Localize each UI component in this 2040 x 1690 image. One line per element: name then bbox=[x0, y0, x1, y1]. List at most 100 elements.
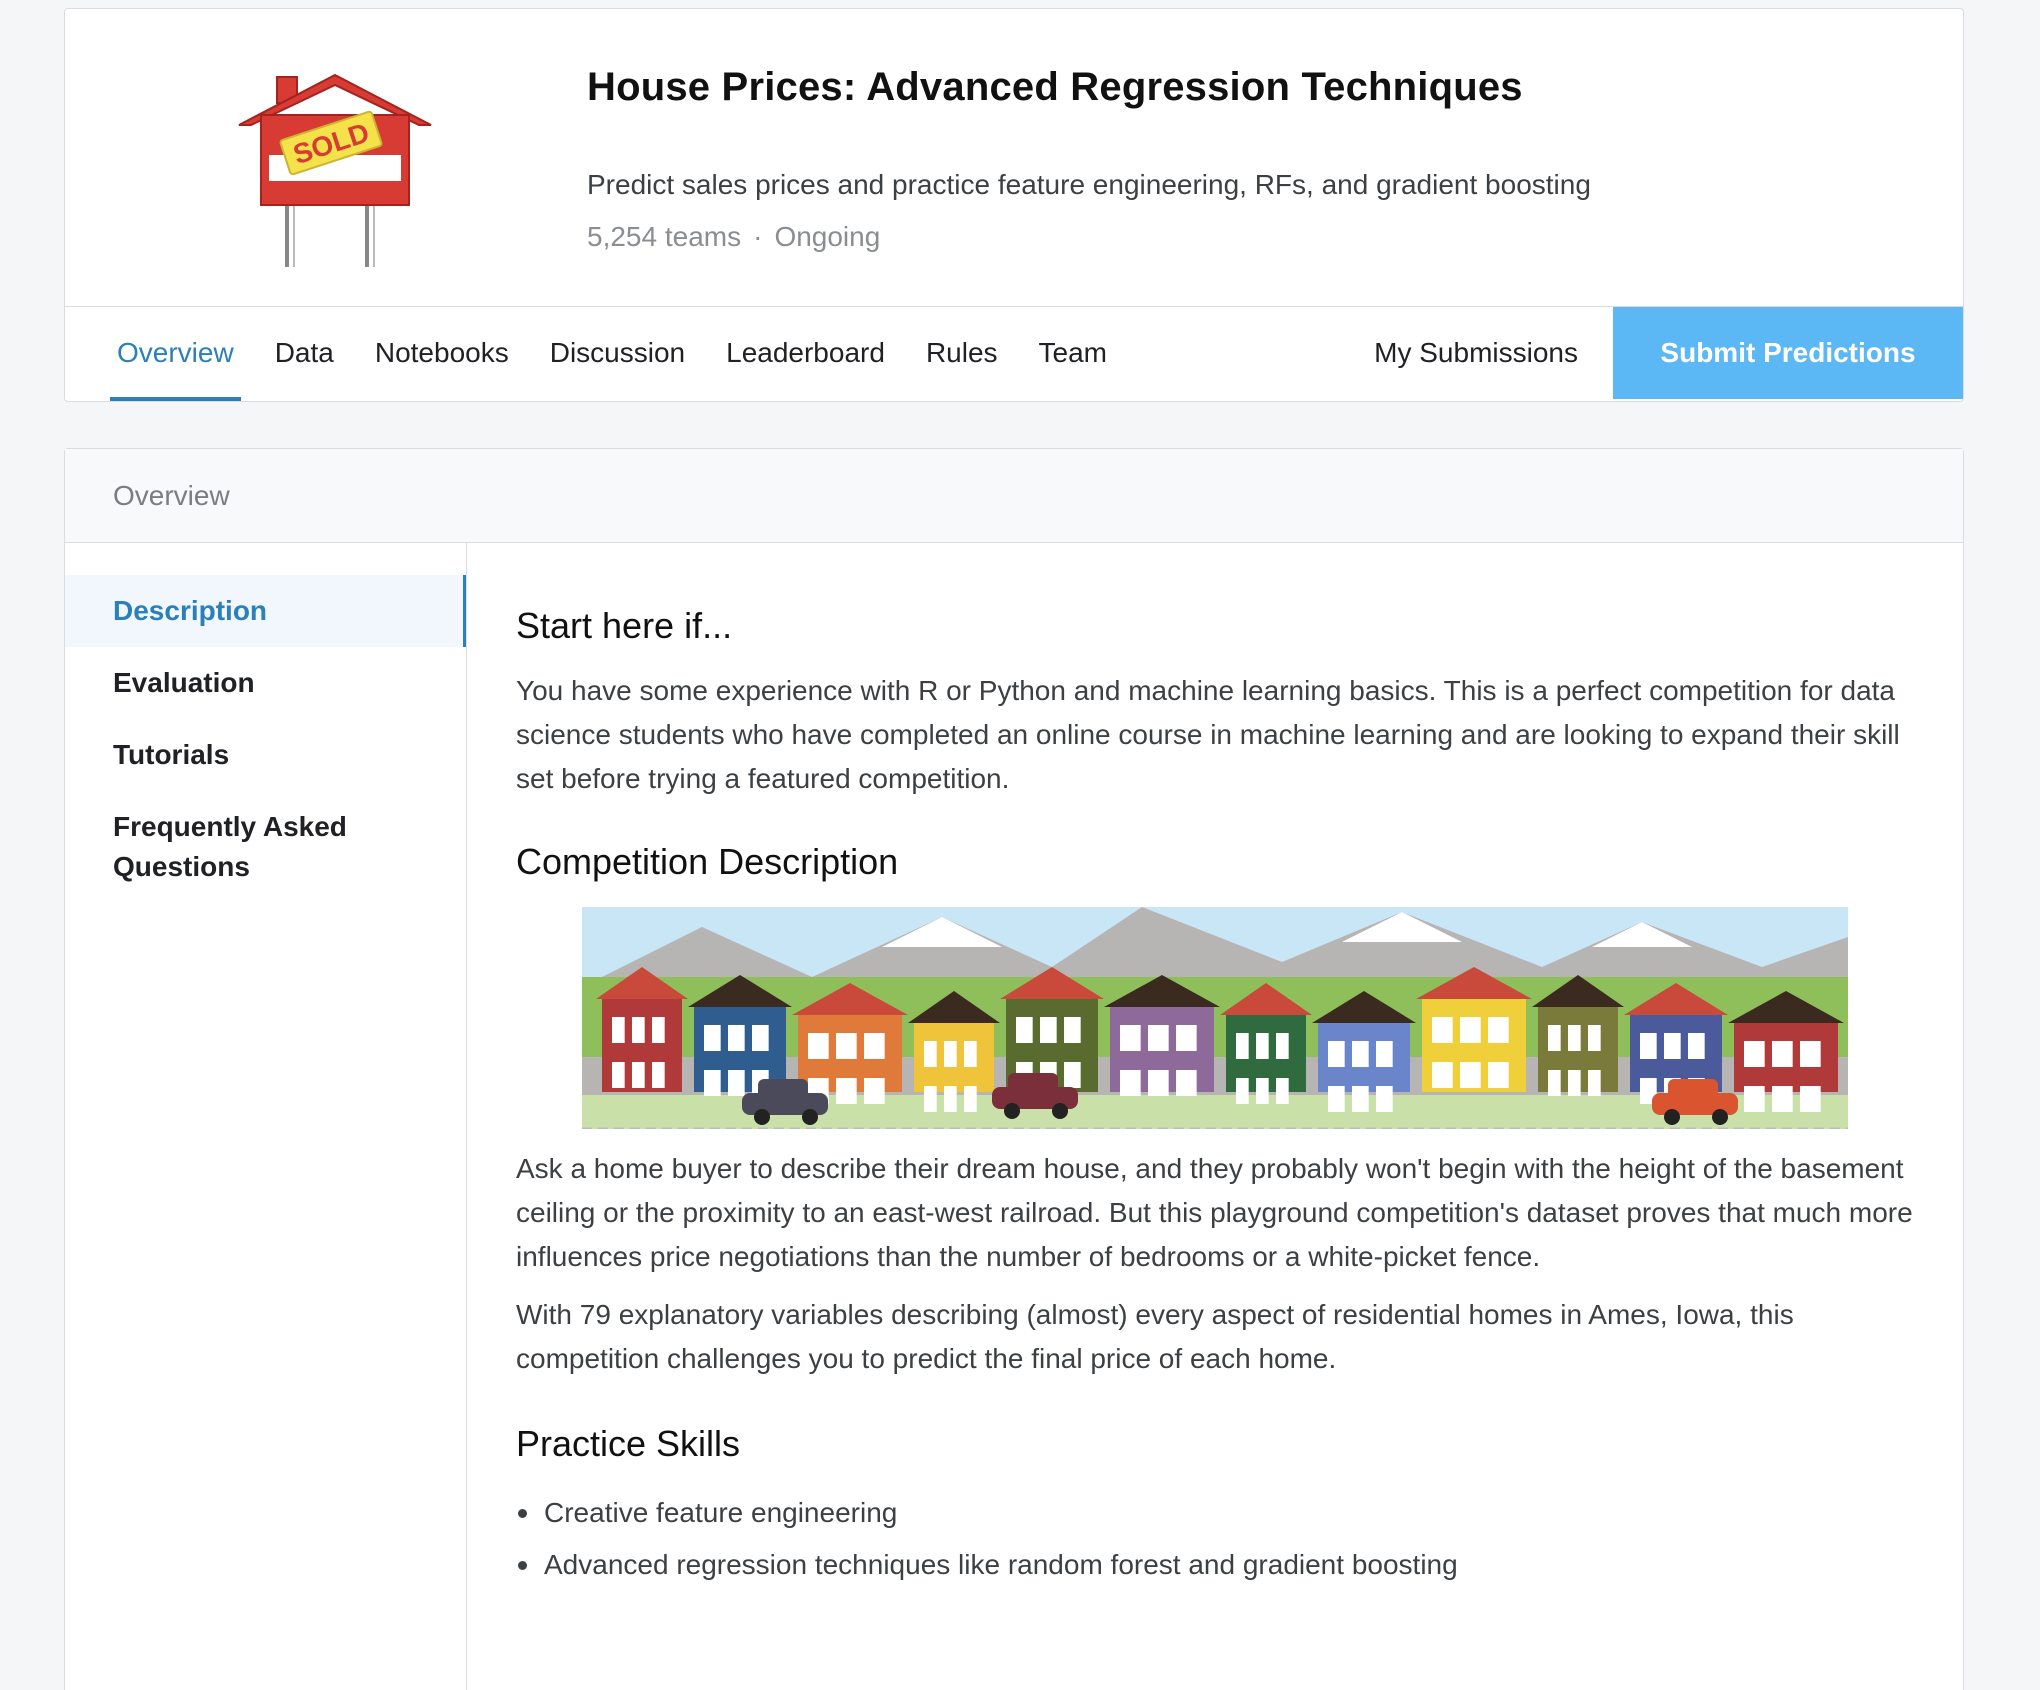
competition-description-text-1: Ask a home buyer to describe their dream… bbox=[516, 1153, 1913, 1272]
tab-data[interactable]: Data bbox=[268, 307, 341, 401]
banner-house-window bbox=[964, 1041, 977, 1067]
tab-discussion[interactable]: Discussion bbox=[543, 307, 692, 401]
banner-house-window bbox=[612, 1062, 625, 1088]
tab-notebooks[interactable]: Notebooks bbox=[368, 307, 516, 401]
sidenav-item-evaluation[interactable]: Evaluation bbox=[65, 647, 466, 719]
banner-house-window bbox=[1236, 1033, 1249, 1059]
banner-house-window bbox=[652, 1062, 665, 1088]
banner-house-window bbox=[752, 1025, 769, 1051]
start-here-heading: Start here if... bbox=[516, 605, 733, 646]
banner-house-window bbox=[1800, 1041, 1821, 1067]
tab-rules[interactable]: Rules bbox=[919, 307, 1005, 401]
sidenav-item-tutorials[interactable]: Tutorials bbox=[65, 719, 466, 791]
banner-house-window bbox=[1376, 1041, 1393, 1067]
banner-house-window bbox=[1256, 1078, 1269, 1104]
banner-house-window bbox=[1588, 1025, 1601, 1051]
banner-house-window bbox=[1568, 1070, 1581, 1096]
banner-house-window bbox=[1256, 1033, 1269, 1059]
banner-house-window bbox=[1120, 1070, 1141, 1096]
banner-house-window bbox=[808, 1033, 829, 1059]
banner-house-window bbox=[1568, 1025, 1581, 1051]
banner-house-window bbox=[1744, 1041, 1765, 1067]
banner-house-window bbox=[1460, 1062, 1481, 1088]
house-sold-sign-logo: SOLD bbox=[238, 73, 432, 267]
banner-house-window bbox=[1064, 1062, 1081, 1088]
banner-house-window bbox=[836, 1078, 857, 1104]
tab-leaderboard[interactable]: Leaderboard bbox=[719, 307, 892, 401]
banner-house-window bbox=[1640, 1033, 1657, 1059]
banner-house-window bbox=[1772, 1041, 1793, 1067]
banner-house-window bbox=[1432, 1062, 1453, 1088]
competition-status: Ongoing bbox=[774, 221, 881, 252]
overview-panel-title: Overview bbox=[65, 449, 1963, 543]
banner-house-window bbox=[1588, 1070, 1601, 1096]
banner-house-window bbox=[864, 1033, 885, 1059]
banner-house-window bbox=[1236, 1078, 1249, 1104]
banner-house-window bbox=[1148, 1025, 1169, 1051]
banner-house-window bbox=[1352, 1086, 1369, 1112]
competition-description-text-2: With 79 explanatory variables describing… bbox=[516, 1299, 1794, 1374]
competition-subtitle: Predict sales prices and practice featur… bbox=[587, 169, 1591, 200]
meta-separator: · bbox=[753, 221, 763, 252]
banner-house-window bbox=[1800, 1086, 1821, 1112]
banner-house-window bbox=[1016, 1017, 1033, 1043]
banner-house-window bbox=[704, 1070, 721, 1096]
banner-house-window bbox=[836, 1033, 857, 1059]
sidenav-item-frequently-asked-questions[interactable]: Frequently Asked Questions bbox=[65, 791, 466, 903]
houses-banner-image bbox=[582, 907, 1848, 1129]
competition-description-heading: Competition Description bbox=[516, 841, 899, 882]
banner-house-window bbox=[1276, 1033, 1289, 1059]
teams-count: 5,254 teams bbox=[587, 221, 742, 252]
banner-house-window bbox=[1744, 1086, 1765, 1112]
banner-house-window bbox=[632, 1062, 645, 1088]
banner-house-window bbox=[1176, 1025, 1197, 1051]
banner-house-window bbox=[1664, 1033, 1681, 1059]
banner-house-window bbox=[632, 1017, 645, 1043]
banner-house-window bbox=[704, 1025, 721, 1051]
competition-nav: Overview Data Notebooks Discussion Leaderboa… bbox=[65, 307, 1963, 401]
banner-house-window bbox=[1376, 1086, 1393, 1112]
banner-house-window bbox=[944, 1041, 957, 1067]
banner-house-window bbox=[1328, 1086, 1345, 1112]
banner-house-window bbox=[964, 1086, 977, 1112]
banner-house-window bbox=[1176, 1070, 1197, 1096]
banner-house-window bbox=[1772, 1086, 1793, 1112]
banner-house-window bbox=[1460, 1017, 1481, 1043]
banner-house-window bbox=[1148, 1070, 1169, 1096]
skill-item: Creative feature engineering bbox=[516, 1487, 1936, 1539]
practice-skills-list: Creative feature engineering Advanced reg… bbox=[516, 1487, 1936, 1591]
header-top: SOLD House Prices: Advanced Regression T… bbox=[65, 9, 1963, 307]
banner-house-window bbox=[1488, 1062, 1509, 1088]
banner-house-window bbox=[728, 1025, 745, 1051]
tab-team[interactable]: Team bbox=[1032, 307, 1114, 401]
banner-house-window bbox=[924, 1086, 937, 1112]
sidenav-item-description[interactable]: Description bbox=[65, 575, 466, 647]
banner-house-window bbox=[1328, 1041, 1345, 1067]
banner-house-window bbox=[652, 1017, 665, 1043]
competition-header: SOLD House Prices: Advanced Regression T… bbox=[64, 8, 1964, 402]
skill-item: Advanced regression techniques like rand… bbox=[516, 1539, 1936, 1591]
start-here-text: You have some experience with R or Pytho… bbox=[516, 675, 1900, 794]
my-submissions-link[interactable]: My Submissions bbox=[1374, 307, 1578, 401]
banner-house-window bbox=[1688, 1033, 1705, 1059]
banner-house-window bbox=[1352, 1041, 1369, 1067]
banner-house-window bbox=[728, 1070, 745, 1096]
banner-house-window bbox=[1040, 1017, 1057, 1043]
overview-main: Start here if... You have some experienc… bbox=[516, 543, 1936, 1591]
banner-house-window bbox=[864, 1078, 885, 1104]
banner-house-window bbox=[1548, 1070, 1561, 1096]
banner-house-window bbox=[924, 1041, 937, 1067]
banner-house-window bbox=[612, 1017, 625, 1043]
submit-predictions-button[interactable]: Submit Predictions bbox=[1613, 307, 1963, 399]
banner-house-window bbox=[1276, 1078, 1289, 1104]
practice-skills-heading: Practice Skills bbox=[516, 1423, 741, 1464]
overview-panel: Overview Description Evaluation Tutorials F… bbox=[64, 448, 1964, 1690]
banner-house-window bbox=[1120, 1025, 1141, 1051]
overview-sidenav: Description Evaluation Tutorials Frequently… bbox=[65, 543, 467, 1690]
banner-house-window bbox=[1548, 1025, 1561, 1051]
banner-house-window bbox=[944, 1086, 957, 1112]
tab-overview[interactable]: Overview bbox=[110, 307, 241, 401]
banner-house-window bbox=[1064, 1017, 1081, 1043]
competition-title: House Prices: Advanced Regression Techni… bbox=[587, 65, 1523, 109]
nav-tabs: Overview Data Notebooks Discussion Leaderboa… bbox=[65, 307, 1141, 401]
